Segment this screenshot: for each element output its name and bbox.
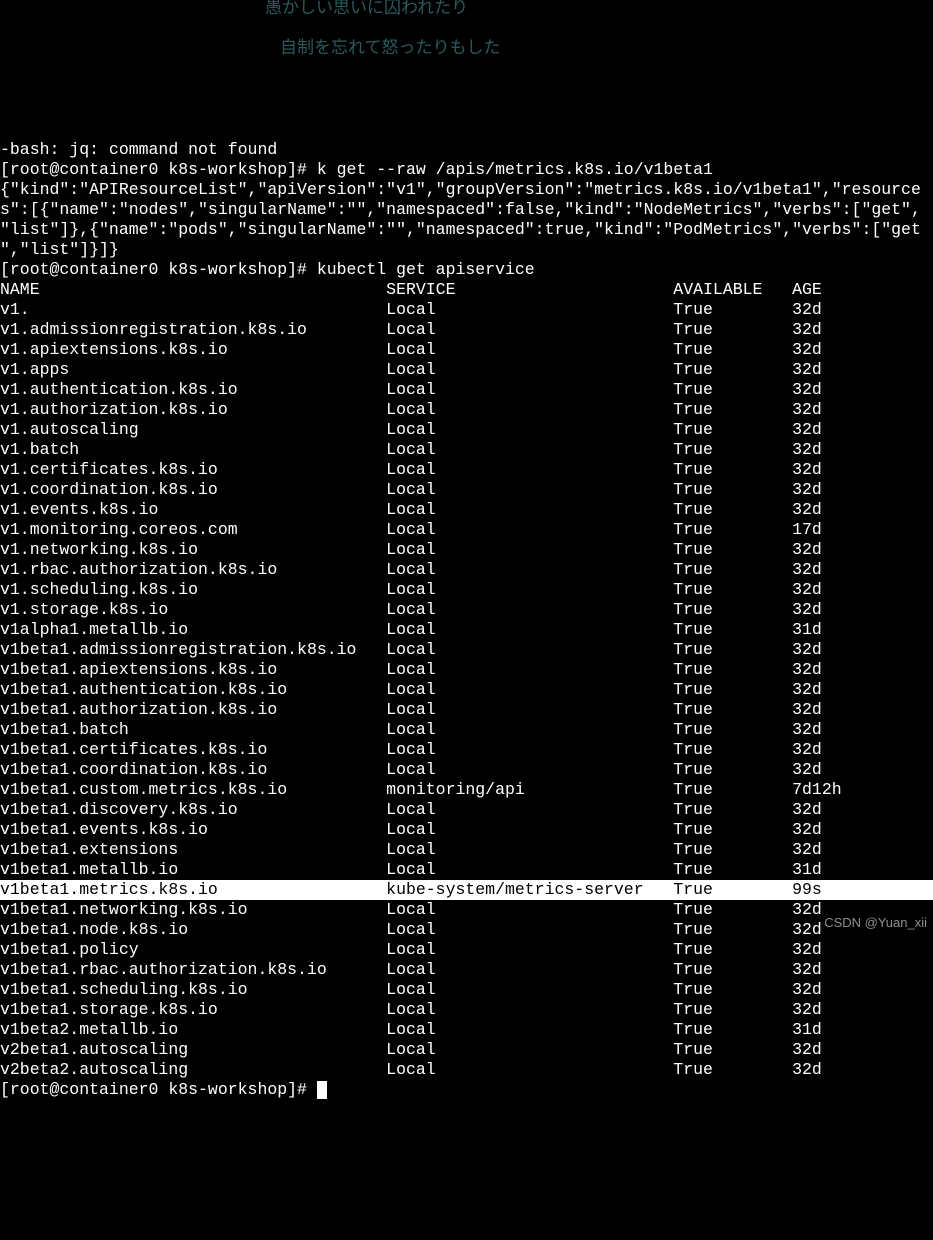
table-row: v1beta2.metallb.io Local True 31d (0, 1020, 933, 1040)
table-row: v2beta1.autoscaling Local True 32d (0, 1040, 933, 1060)
terminal-line: -bash: jq: command not found (0, 140, 933, 160)
terminal-line: ","list"]}]} (0, 240, 933, 260)
terminal-line: [root@container0 k8s-workshop]# k get --… (0, 160, 933, 180)
table-row: v1.authentication.k8s.io Local True 32d (0, 380, 933, 400)
prompt[interactable]: [root@container0 k8s-workshop]# (0, 1080, 933, 1100)
table-row: v1beta1.authorization.k8s.io Local True … (0, 700, 933, 720)
table-row: v1beta1.networking.k8s.io Local True 32d (0, 900, 933, 920)
terminal-line: {"kind":"APIResourceList","apiVersion":"… (0, 180, 933, 200)
table-row: v1alpha1.metallb.io Local True 31d (0, 620, 933, 640)
table-row: v1beta1.admissionregistration.k8s.io Loc… (0, 640, 933, 660)
table-row: v1.batch Local True 32d (0, 440, 933, 460)
table-row: v1.apiextensions.k8s.io Local True 32d (0, 340, 933, 360)
table-row: v1.rbac.authorization.k8s.io Local True … (0, 560, 933, 580)
table-row: v1beta1.batch Local True 32d (0, 720, 933, 740)
terminal-output[interactable]: -bash: jq: command not found[root@contai… (0, 140, 933, 1100)
table-row: v1beta1.storage.k8s.io Local True 32d (0, 1000, 933, 1020)
watermark: CSDN @Yuan_xii (824, 913, 927, 933)
table-row: v1.authorization.k8s.io Local True 32d (0, 400, 933, 420)
terminal-line: s":[{"name":"nodes","singularName":"","n… (0, 200, 933, 220)
ghost-text-2: 自制を忘れて怒ったりもした (280, 40, 501, 60)
table-row: v1beta1.metrics.k8s.io kube-system/metri… (0, 880, 933, 900)
table-row: v1beta1.node.k8s.io Local True 32d (0, 920, 933, 940)
table-row: v1beta1.extensions Local True 32d (0, 840, 933, 860)
table-row: v1.monitoring.coreos.com Local True 17d (0, 520, 933, 540)
table-row: v1.apps Local True 32d (0, 360, 933, 380)
table-row: v1beta1.authentication.k8s.io Local True… (0, 680, 933, 700)
table-row: v1beta1.certificates.k8s.io Local True 3… (0, 740, 933, 760)
table-row: v1beta1.coordination.k8s.io Local True 3… (0, 760, 933, 780)
table-row: v2beta2.autoscaling Local True 32d (0, 1060, 933, 1080)
table-row: v1.storage.k8s.io Local True 32d (0, 600, 933, 620)
terminal-line: "list"]},{"name":"pods","singularName":"… (0, 220, 933, 240)
table-row: v1beta1.policy Local True 32d (0, 940, 933, 960)
table-row: v1beta1.events.k8s.io Local True 32d (0, 820, 933, 840)
table-row: v1.admissionregistration.k8s.io Local Tr… (0, 320, 933, 340)
table-row: v1. Local True 32d (0, 300, 933, 320)
cursor (317, 1081, 327, 1099)
terminal-line: [root@container0 k8s-workshop]# kubectl … (0, 260, 933, 280)
table-row: v1.events.k8s.io Local True 32d (0, 500, 933, 520)
table-row: v1.coordination.k8s.io Local True 32d (0, 480, 933, 500)
table-row: v1.networking.k8s.io Local True 32d (0, 540, 933, 560)
table-row: v1beta1.custom.metrics.k8s.io monitoring… (0, 780, 933, 800)
table-header: NAME SERVICE AVAILABLE AGE (0, 280, 933, 300)
table-row: v1beta1.scheduling.k8s.io Local True 32d (0, 980, 933, 1000)
table-row: v1beta1.metallb.io Local True 31d (0, 860, 933, 880)
table-row: v1.autoscaling Local True 32d (0, 420, 933, 440)
table-row: v1beta1.apiextensions.k8s.io Local True … (0, 660, 933, 680)
table-row: v1.scheduling.k8s.io Local True 32d (0, 580, 933, 600)
ghost-text-1: 愚かしい思いに囚われたり (265, 0, 468, 20)
table-row: v1beta1.rbac.authorization.k8s.io Local … (0, 960, 933, 980)
table-row: v1beta1.discovery.k8s.io Local True 32d (0, 800, 933, 820)
table-row: v1.certificates.k8s.io Local True 32d (0, 460, 933, 480)
